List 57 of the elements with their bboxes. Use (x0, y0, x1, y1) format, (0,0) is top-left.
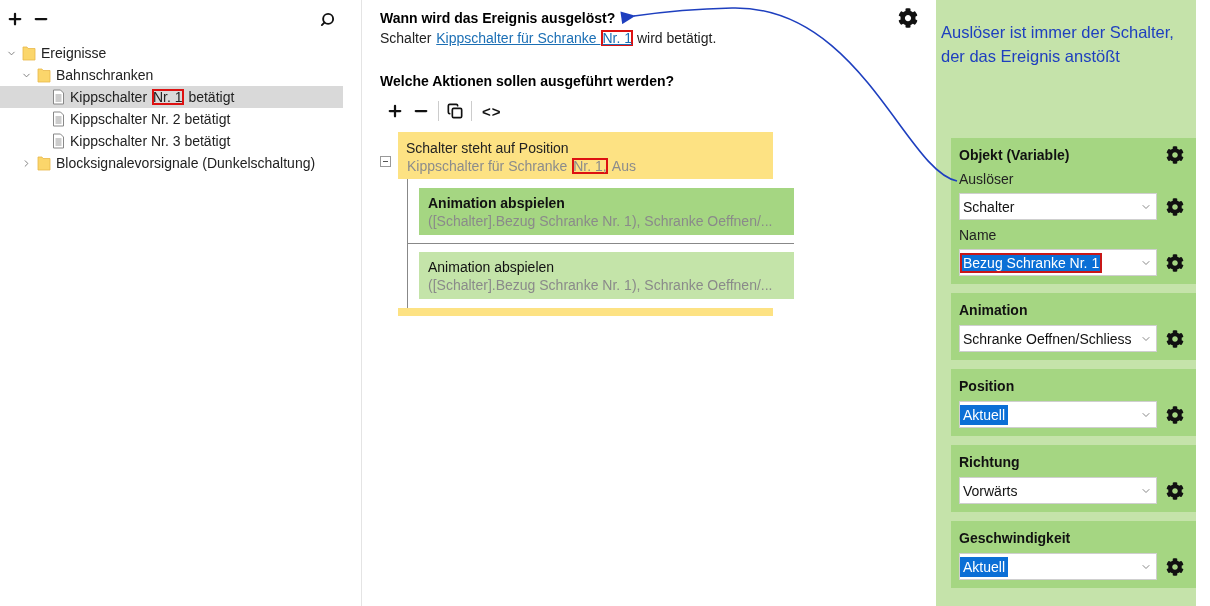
plus-icon[interactable] (6, 10, 24, 28)
tree-item-label: Ereignisse (40, 45, 108, 61)
tree-item-label: Kippschalter Nr. 1 betätigt (69, 89, 236, 105)
settings-icon[interactable] (1166, 253, 1184, 272)
copy-icon[interactable] (447, 103, 463, 119)
card-title: Animation (959, 302, 1028, 318)
settings-icon[interactable] (1166, 329, 1184, 348)
card-title: Objekt (Variable) (959, 147, 1070, 163)
folder-icon (22, 45, 36, 61)
dropdown[interactable]: Aktuell (959, 553, 1157, 580)
action-block[interactable]: Animation abspielen ([Schalter].Bezug Schranke Nr. 1), Schranke Oeffnen/... (419, 252, 794, 299)
tree-item[interactable]: Kippschalter Nr. 1 betätigt (0, 86, 343, 108)
document-icon (52, 89, 65, 105)
field-label: Name (959, 227, 998, 243)
tree-item[interactable]: Kippschalter Nr. 3 betätigt (0, 130, 343, 152)
tree-item-label: Blocksignalevorsignale (Dunkelschaltung) (55, 155, 317, 171)
tree-item-label: Kippschalter Nr. 3 betätigt (69, 133, 232, 149)
field-label: Auslöser (959, 171, 1015, 187)
tree-item[interactable]: Bahnschranken (0, 64, 343, 86)
folder-icon (37, 155, 51, 171)
plus-icon[interactable] (386, 102, 404, 120)
dropdown[interactable]: Schranke Oeffnen/Schliess (959, 325, 1157, 352)
action-title: Animation abspielen (428, 259, 556, 275)
card-title: Geschwindigkeit (959, 530, 1071, 546)
card-title: Position (959, 378, 1015, 394)
code-button[interactable]: <> (480, 102, 504, 120)
search-icon[interactable] (320, 11, 335, 27)
settings-icon[interactable] (1166, 146, 1184, 164)
dropdown[interactable]: Vorwärts (959, 477, 1157, 504)
document-icon (52, 133, 65, 149)
settings-icon[interactable] (1166, 197, 1184, 216)
tree-item-label: Bahnschranken (55, 67, 155, 83)
tree-item[interactable]: Ereignisse (0, 42, 343, 64)
condition-title: Schalter steht auf Position (406, 140, 570, 156)
action-title: Animation abspielen (428, 195, 566, 211)
section-heading: Wann wird das Ereignis ausgelöst? (380, 10, 616, 26)
section-heading: Welche Aktionen sollen ausgeführt werden? (380, 73, 675, 89)
annotation-text: Auslöser ist immer der Schalter, der das Ereignis anstößt (940, 22, 1175, 67)
action-detail: ([Schalter].Bezug Schranke Nr. 1), Schranke Oeffnen/... (428, 277, 774, 293)
folder-icon (37, 67, 51, 83)
card-title: Richtung (959, 454, 1020, 470)
condition-detail: Kippschalter für Schranke Nr. 1, Aus (406, 158, 637, 174)
settings-icon[interactable] (1166, 405, 1184, 424)
collapse-icon[interactable] (380, 156, 391, 167)
condition-block[interactable]: Schalter steht auf Position Kippschalter für Schranke Nr. 1, Aus (398, 132, 773, 179)
settings-icon[interactable] (898, 8, 918, 28)
settings-icon[interactable] (1166, 557, 1184, 576)
document-icon (52, 111, 65, 127)
action-block[interactable]: Animation abspielen ([Schalter].Bezug Schranke Nr. 1), Schranke Oeffnen/... (419, 188, 794, 235)
dropdown[interactable]: Bezug Schranke Nr. 1 (959, 249, 1157, 276)
settings-icon[interactable] (1166, 481, 1184, 500)
tree-item[interactable]: Kippschalter Nr. 2 betätigt (0, 108, 343, 130)
dropdown[interactable]: Schalter (959, 193, 1157, 220)
action-detail: ([Schalter].Bezug Schranke Nr. 1), Schranke Oeffnen/... (428, 213, 774, 229)
tree-item[interactable]: Blocksignalevorsignale (Dunkelschaltung) (0, 152, 343, 174)
dropdown[interactable]: Aktuell (959, 401, 1157, 428)
tree-item-label: Kippschalter Nr. 2 betätigt (69, 111, 232, 127)
